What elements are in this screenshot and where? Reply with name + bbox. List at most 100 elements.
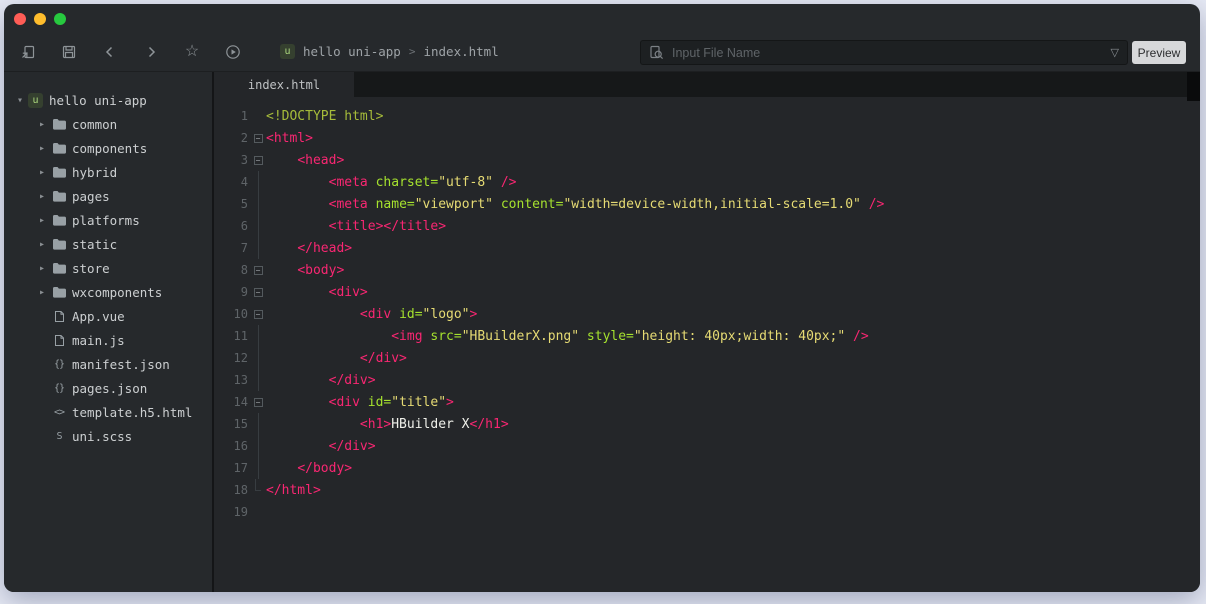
fold-guide (250, 435, 266, 457)
fold-toggle[interactable]: − (250, 303, 266, 325)
folder-icon (50, 142, 68, 154)
code-line-2[interactable]: 2−<html> (214, 127, 1200, 149)
code-text: <h1>HBuilder X</h1> (266, 417, 509, 432)
code-line-10[interactable]: 10− <div id="logo"> (214, 303, 1200, 325)
fold-minus-icon[interactable]: − (254, 266, 263, 275)
chevron-right-icon[interactable]: ▸ (34, 263, 50, 274)
code-line-16[interactable]: 16 </div> (214, 435, 1200, 457)
code-line-12[interactable]: 12 </div> (214, 347, 1200, 369)
tree-item-common[interactable]: ▸ common (4, 112, 212, 136)
code-area[interactable]: 1<!DOCTYPE html>2−<html>3− <head>4 <meta… (214, 97, 1200, 592)
fold-guide (250, 369, 266, 391)
code-line-18[interactable]: 18 </html> (214, 479, 1200, 501)
tree-item-store[interactable]: ▸store (4, 256, 212, 280)
line-number: 5 (214, 197, 250, 211)
preview-button[interactable]: Preview (1132, 41, 1186, 64)
tree-item-label: common (72, 117, 117, 132)
fold-guide (250, 171, 266, 193)
run-icon[interactable] (225, 44, 241, 60)
tree-item-components[interactable]: ▸components (4, 136, 212, 160)
code-line-19[interactable]: 19 (214, 501, 1200, 523)
forward-icon[interactable] (143, 44, 159, 60)
titlebar (4, 4, 1200, 32)
code-line-9[interactable]: 9− <div> (214, 281, 1200, 303)
tree-item-label: static (72, 237, 117, 252)
code-line-4[interactable]: 4 <meta charset="utf-8" /> (214, 171, 1200, 193)
close-button[interactable] (14, 13, 26, 25)
tree-item-main-js[interactable]: main.js (4, 328, 212, 352)
fold-minus-icon[interactable]: − (254, 310, 263, 319)
fold-toggle[interactable]: − (250, 149, 266, 171)
json-file-icon: {} (50, 383, 68, 394)
code-line-1[interactable]: 1<!DOCTYPE html> (214, 105, 1200, 127)
tree-item-manifest-json[interactable]: {}manifest.json (4, 352, 212, 376)
tree-item-platforms[interactable]: ▸platforms (4, 208, 212, 232)
editor-pane: index.html 1<!DOCTYPE html>2−<html>3− <h… (212, 72, 1200, 592)
code-line-6[interactable]: 6 <title></title> (214, 215, 1200, 237)
tab-index-html[interactable]: index.html (214, 72, 354, 97)
code-line-3[interactable]: 3− <head> (214, 149, 1200, 171)
tree-item-pages[interactable]: ▸pages (4, 184, 212, 208)
chevron-right-icon[interactable]: ▸ (34, 215, 50, 226)
tree-item-pages-json[interactable]: {}pages.json (4, 376, 212, 400)
code-line-8[interactable]: 8− <body> (214, 259, 1200, 281)
code-line-5[interactable]: 5 <meta name="viewport" content="width=d… (214, 193, 1200, 215)
js-file-icon (50, 334, 68, 347)
chevron-right-icon[interactable]: ▸ (34, 167, 50, 178)
fold-minus-icon[interactable]: − (254, 288, 263, 297)
tree-item-static[interactable]: ▸ static (4, 232, 212, 256)
code-line-13[interactable]: 13 </div> (214, 369, 1200, 391)
line-number: 18 (214, 483, 250, 497)
fold-minus-icon[interactable]: − (254, 134, 263, 143)
chevron-down-icon[interactable]: ▾ (12, 95, 28, 106)
chevron-right-icon[interactable]: ▸ (34, 239, 50, 250)
tree-item-template-h5-html[interactable]: <>template.h5.html (4, 400, 212, 424)
code-line-15[interactable]: 15 <h1>HBuilder X</h1> (214, 413, 1200, 435)
save-icon[interactable] (61, 44, 77, 60)
breadcrumb-project[interactable]: hello uni-app (303, 44, 401, 59)
fold-toggle[interactable]: − (250, 259, 266, 281)
line-number: 13 (214, 373, 250, 387)
vue-file-icon (50, 310, 68, 323)
fold-toggle[interactable]: − (250, 127, 266, 149)
fold-minus-icon[interactable]: − (254, 398, 263, 407)
filter-icon[interactable]: ▽ (1111, 46, 1119, 59)
tree-root[interactable]: ▾uhello uni-app (4, 88, 212, 112)
line-number: 2 (214, 131, 250, 145)
fold-minus-icon[interactable]: − (254, 156, 263, 165)
tree-item-hybrid[interactable]: ▸hybrid (4, 160, 212, 184)
fold-toggle[interactable]: − (250, 391, 266, 413)
scrollbar-thumb[interactable] (1187, 72, 1200, 101)
tree-item-uni-scss[interactable]: Suni.scss (4, 424, 212, 448)
code-line-11[interactable]: 11 <img src="HBuilderX.png" style="heigh… (214, 325, 1200, 347)
breadcrumb-file[interactable]: index.html (423, 44, 498, 59)
code-text: </body> (266, 461, 352, 476)
tree-item-wxcomponents[interactable]: ▸wxcomponents (4, 280, 212, 304)
line-number: 3 (214, 153, 250, 167)
back-icon[interactable] (102, 44, 118, 60)
search-icon (649, 45, 664, 60)
line-number: 9 (214, 285, 250, 299)
chevron-right-icon[interactable]: ▸ (34, 143, 50, 154)
fold-toggle[interactable]: − (250, 281, 266, 303)
favorite-star-icon[interactable]: ☆ (184, 44, 200, 60)
code-text: </html> (266, 483, 321, 498)
tree-item-label: App.vue (72, 309, 125, 324)
line-number: 1 (214, 109, 250, 123)
code-line-17[interactable]: 17 </body> (214, 457, 1200, 479)
scss-file-icon: S (50, 431, 68, 442)
file-search-box[interactable]: ▽ (640, 40, 1128, 65)
chevron-right-icon[interactable]: ▸ (34, 119, 50, 130)
new-file-icon[interactable] (20, 44, 36, 60)
folder-icon (50, 214, 68, 226)
search-input[interactable] (672, 46, 1111, 60)
chevron-right-icon[interactable]: ▸ (34, 287, 50, 298)
zoom-button[interactable] (54, 13, 66, 25)
chevron-right-icon[interactable]: ▸ (34, 191, 50, 202)
line-number: 7 (214, 241, 250, 255)
tree-root-label: hello uni-app (49, 93, 147, 108)
minimize-button[interactable] (34, 13, 46, 25)
code-line-14[interactable]: 14− <div id="title"> (214, 391, 1200, 413)
tree-item-app-vue[interactable]: App.vue (4, 304, 212, 328)
code-line-7[interactable]: 7 </head> (214, 237, 1200, 259)
